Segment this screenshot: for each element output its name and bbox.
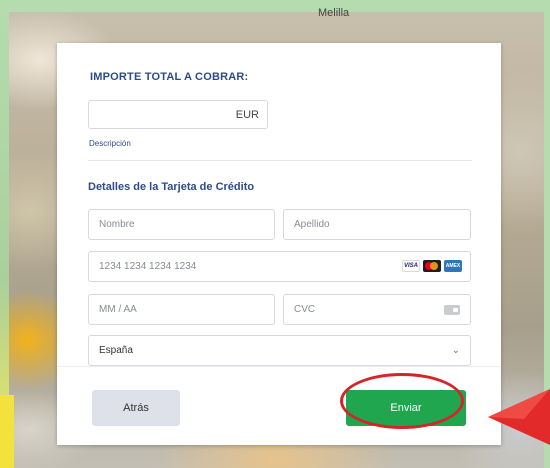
- send-button[interactable]: Enviar: [346, 390, 466, 426]
- pointer-arrow-icon: [488, 389, 550, 445]
- cvc-field[interactable]: CVC: [283, 294, 471, 325]
- card-number-field[interactable]: 1234 1234 1234 1234 VISA AMEX: [88, 251, 471, 282]
- total-amount-label: IMPORTE TOTAL A COBRAR:: [90, 71, 249, 83]
- cvc-card-icon: [444, 305, 460, 315]
- visa-icon: VISA: [402, 260, 420, 272]
- cvc-placeholder: CVC: [294, 304, 316, 315]
- card-number-placeholder: 1234 1234 1234 1234: [99, 261, 197, 272]
- section-divider: [88, 160, 472, 161]
- mastercard-icon: [423, 260, 441, 272]
- yellow-decoration: [0, 395, 14, 468]
- first-name-field[interactable]: Nombre: [88, 209, 275, 240]
- country-select[interactable]: España ⌄: [88, 335, 471, 366]
- amount-input[interactable]: EUR: [88, 100, 268, 129]
- expiry-field[interactable]: MM / AA: [88, 294, 275, 325]
- amex-icon: AMEX: [444, 260, 462, 272]
- top-frame-bar: [0, 0, 550, 12]
- card-brand-logos: VISA AMEX: [402, 260, 462, 272]
- expiry-placeholder: MM / AA: [99, 304, 137, 315]
- back-button[interactable]: Atrás: [92, 390, 180, 426]
- chevron-down-icon: ⌄: [451, 345, 460, 356]
- card-details-title: Detalles de la Tarjeta de Crédito: [88, 181, 255, 193]
- footer-divider: [57, 366, 501, 367]
- first-name-placeholder: Nombre: [99, 219, 135, 230]
- payment-form-card: IMPORTE TOTAL A COBRAR: EUR Descripción …: [57, 43, 501, 445]
- last-name-placeholder: Apellido: [294, 219, 330, 230]
- last-name-field[interactable]: Apellido: [283, 209, 471, 240]
- city-label: Melilla: [318, 7, 350, 19]
- currency-label: EUR: [235, 109, 259, 121]
- country-value: España: [99, 345, 133, 356]
- description-link[interactable]: Descripción: [89, 139, 131, 148]
